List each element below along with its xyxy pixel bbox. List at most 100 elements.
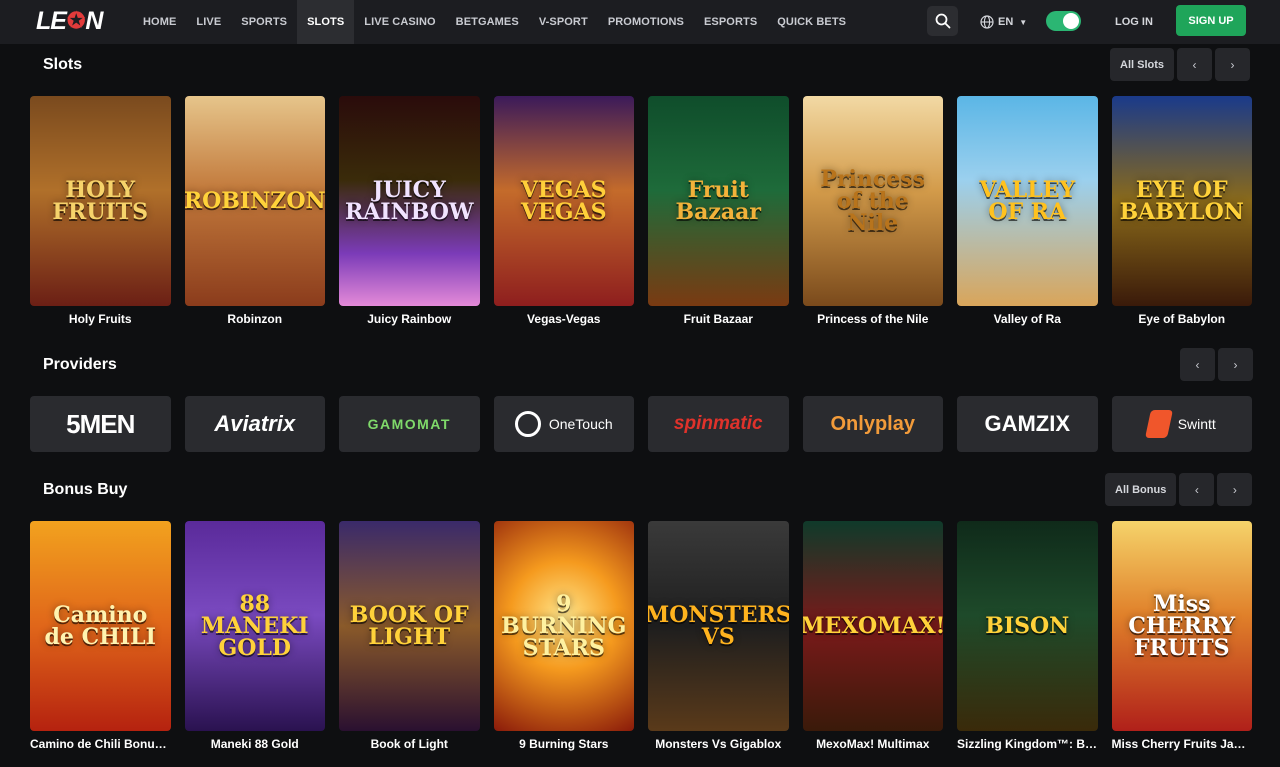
onetouch-logo-icon	[514, 411, 541, 437]
game-card[interactable]: 9 BURNING STARS 9 Burning Stars	[493, 521, 634, 751]
game-thumbnail[interactable]: Miss CHERRY FRUITS	[1111, 521, 1252, 731]
game-card[interactable]: BOOK OF LIGHT Book of Light	[339, 521, 480, 751]
search-button[interactable]	[927, 6, 958, 36]
game-name: Eye of Babylon	[1138, 312, 1226, 326]
game-name: Juicy Rainbow	[367, 312, 452, 326]
game-thumbnail[interactable]: Princess of the Nile	[802, 96, 943, 306]
game-art-title: VALLEY OF RA	[979, 177, 1076, 225]
game-thumbnail[interactable]: VEGAS VEGAS	[493, 96, 634, 306]
all-slots-button[interactable]: All Slots	[1110, 48, 1175, 81]
game-thumbnail[interactable]: JUICY RAINBOW	[339, 96, 480, 306]
bonus-next-button[interactable]: ›	[1217, 473, 1253, 506]
chevron-left-icon: ‹	[1195, 357, 1200, 372]
game-thumbnail[interactable]: ROBINZON	[184, 96, 325, 306]
game-name: Princess of the Nile	[817, 312, 929, 326]
provider-logo-text: OneTouch	[548, 416, 613, 432]
game-card[interactable]: BISON Sizzling Kingdom™: Bis…	[957, 521, 1098, 751]
game-thumbnail[interactable]: EYE OF BABYLON	[1111, 96, 1252, 306]
chevron-right-icon: ›	[1232, 482, 1237, 497]
signup-button[interactable]: SIGN UP	[1176, 5, 1246, 36]
game-card[interactable]: HOLY FRUITS Holy Fruits	[30, 96, 171, 326]
game-art-title: 88 MANEKI GOLD	[200, 591, 309, 661]
game-thumbnail[interactable]: BOOK OF LIGHT	[339, 521, 480, 731]
slots-game-row: HOLY FRUITS Holy Fruits ROBINZON Robinzon JU…	[30, 96, 1252, 326]
game-card[interactable]: 88 MANEKI GOLD Maneki 88 Gold	[184, 521, 325, 751]
nav-v-sport[interactable]: V-SPORT	[529, 0, 598, 44]
search-icon	[935, 13, 950, 29]
bonus-controls: All Bonus ‹ ›	[1105, 473, 1253, 506]
provider-tile[interactable]: Aviatrix	[184, 396, 325, 452]
game-thumbnail[interactable]: MONSTERS VS	[648, 521, 789, 731]
provider-logo-text: Swintt	[1177, 416, 1216, 432]
game-name: Maneki 88 Gold	[210, 737, 299, 751]
game-name: Miss Cherry Fruits Jack…	[1111, 737, 1253, 751]
nav-live-casino[interactable]: LIVE CASINO	[354, 0, 445, 44]
top-navigation-bar: LE ✪ N HOME LIVE SPORTS SLOTS LIVE CASIN…	[0, 0, 1280, 44]
game-name: Book of Light	[370, 737, 448, 751]
game-art-title: 9 BURNING STARS	[501, 591, 627, 661]
game-name: Robinzon	[227, 312, 283, 326]
nav-live[interactable]: LIVE	[186, 0, 231, 44]
game-thumbnail[interactable]: VALLEY OF RA	[957, 96, 1098, 306]
bonus-game-row: Camino de CHILI Camino de Chili Bonus … 88…	[30, 521, 1252, 751]
providers-section-title: Providers	[43, 356, 117, 373]
language-selector[interactable]: EN ▼	[980, 12, 1027, 32]
nav-quick-bets[interactable]: QUICK BETS	[767, 0, 856, 44]
nav-sports[interactable]: SPORTS	[231, 0, 297, 44]
game-thumbnail[interactable]: Camino de CHILI	[30, 521, 171, 731]
game-card[interactable]: JUICY RAINBOW Juicy Rainbow	[339, 96, 480, 326]
game-card[interactable]: Camino de CHILI Camino de Chili Bonus …	[30, 521, 171, 751]
slots-section-title: Slots	[43, 56, 83, 73]
game-thumbnail[interactable]: MEXOMAX!	[802, 521, 944, 731]
game-card[interactable]: Fruit Bazaar Fruit Bazaar	[648, 96, 789, 326]
nav-promotions[interactable]: PROMOTIONS	[598, 0, 694, 44]
game-card[interactable]: VALLEY OF RA Valley of Ra	[957, 96, 1098, 326]
logo-text-left: LE	[36, 6, 67, 35]
game-card[interactable]: MEXOMAX! MexoMax! Multimax	[802, 521, 944, 751]
game-thumbnail[interactable]: Fruit Bazaar	[648, 96, 789, 306]
bonus-prev-button[interactable]: ‹	[1179, 473, 1215, 506]
slots-next-button[interactable]: ›	[1215, 48, 1251, 81]
provider-tile[interactable]: Swintt	[1111, 396, 1252, 452]
chevron-right-icon: ›	[1233, 357, 1238, 372]
provider-tile[interactable]: spinmatic	[648, 396, 789, 452]
game-art-title: MEXOMAX!	[802, 613, 944, 639]
game-thumbnail[interactable]: 88 MANEKI GOLD	[184, 521, 325, 731]
providers-prev-button[interactable]: ‹	[1180, 348, 1215, 381]
game-art-title: BISON	[985, 613, 1070, 639]
provider-logo-text: 5MEN	[66, 408, 135, 439]
game-thumbnail[interactable]: HOLY FRUITS	[30, 96, 171, 306]
leon-logo[interactable]: LE ✪ N	[36, 7, 120, 35]
all-bonus-button[interactable]: All Bonus	[1105, 473, 1177, 506]
game-art-title: Miss CHERRY FRUITS	[1128, 591, 1236, 661]
game-card[interactable]: ROBINZON Robinzon	[184, 96, 325, 326]
theme-toggle[interactable]	[1046, 11, 1081, 31]
nav-slots[interactable]: SLOTS	[297, 0, 355, 44]
game-art-title: EYE OF BABYLON	[1119, 177, 1244, 225]
game-card[interactable]: Miss CHERRY FRUITS Miss Cherry Fruits Jac…	[1111, 521, 1253, 751]
game-thumbnail[interactable]: BISON	[957, 521, 1098, 731]
game-card[interactable]: MONSTERS VS Monsters Vs Gigablox	[648, 521, 789, 751]
chevron-left-icon: ‹	[1192, 57, 1197, 72]
provider-tile[interactable]: Onlyplay	[802, 396, 943, 452]
provider-logo-text: Onlyplay	[830, 412, 915, 435]
nav-esports[interactable]: ESPORTS	[694, 0, 767, 44]
nav-home[interactable]: HOME	[133, 0, 186, 44]
logo-text-right: N	[85, 6, 103, 35]
provider-tile[interactable]: OneTouch	[493, 396, 634, 452]
language-code: EN	[998, 16, 1014, 28]
provider-logo-text: GAMZIX	[984, 411, 1071, 436]
login-button[interactable]: LOG IN	[1104, 12, 1164, 32]
provider-tile[interactable]: GAMZIX	[957, 396, 1098, 452]
nav-betgames[interactable]: BETGAMES	[446, 0, 529, 44]
game-name: Sizzling Kingdom™: Bis…	[957, 737, 1098, 751]
game-thumbnail[interactable]: 9 BURNING STARS	[493, 521, 634, 731]
providers-next-button[interactable]: ›	[1218, 348, 1253, 381]
game-card[interactable]: VEGAS VEGAS Vegas-Vegas	[493, 96, 634, 326]
game-card[interactable]: Princess of the Nile Princess of the Nile	[802, 96, 943, 326]
provider-tile[interactable]: 5MEN	[30, 396, 171, 452]
slots-controls: All Slots ‹ ›	[1110, 48, 1251, 81]
game-card[interactable]: EYE OF BABYLON Eye of Babylon	[1111, 96, 1252, 326]
slots-prev-button[interactable]: ‹	[1177, 48, 1213, 81]
provider-tile[interactable]: GAMOMAT	[339, 396, 480, 452]
